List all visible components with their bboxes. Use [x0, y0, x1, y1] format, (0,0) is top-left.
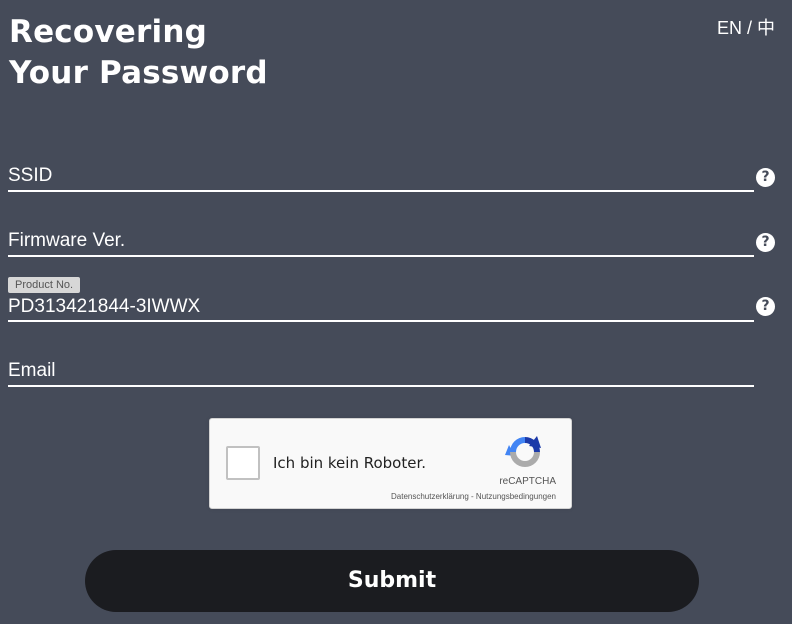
- recaptcha-checkbox[interactable]: [226, 446, 260, 480]
- lang-separator: /: [746, 18, 752, 38]
- product-number-label: Product No.: [8, 277, 81, 293]
- firmware-help-icon[interactable]: ?: [756, 233, 775, 252]
- submit-button[interactable]: Submit: [85, 550, 699, 612]
- firmware-field[interactable]: Firmware Ver.: [8, 230, 754, 257]
- product-number-value[interactable]: PD313421844-3IWWX: [8, 296, 754, 320]
- recaptcha-logo-icon: [505, 436, 541, 467]
- lang-zh-link[interactable]: 中: [757, 18, 775, 38]
- email-placeholder: Email: [8, 360, 56, 381]
- ssid-field[interactable]: SSID: [8, 165, 754, 192]
- recaptcha-links[interactable]: Datenschutzerklärung - Nutzungsbedingung…: [391, 492, 556, 501]
- title-line-1: Recovering: [9, 14, 207, 50]
- recaptcha-brand: reCAPTCHA: [499, 476, 556, 487]
- ssid-placeholder: SSID: [8, 165, 53, 186]
- ssid-help-icon[interactable]: ?: [756, 168, 775, 187]
- title-line-2: Your Password: [9, 55, 268, 91]
- email-field[interactable]: Email: [8, 360, 754, 387]
- language-switcher: EN / 中: [717, 14, 775, 40]
- page-title: Recovering Your Password: [9, 12, 268, 94]
- recaptcha-label: Ich bin kein Roboter.: [273, 454, 427, 472]
- recaptcha-widget: Ich bin kein Roboter. reCAPTCHA Datensch…: [209, 418, 572, 509]
- lang-en-link[interactable]: EN: [717, 18, 742, 38]
- product-number-field[interactable]: Product No. PD313421844-3IWWX: [8, 275, 754, 322]
- product-help-icon[interactable]: ?: [756, 297, 775, 316]
- firmware-placeholder: Firmware Ver.: [8, 230, 126, 251]
